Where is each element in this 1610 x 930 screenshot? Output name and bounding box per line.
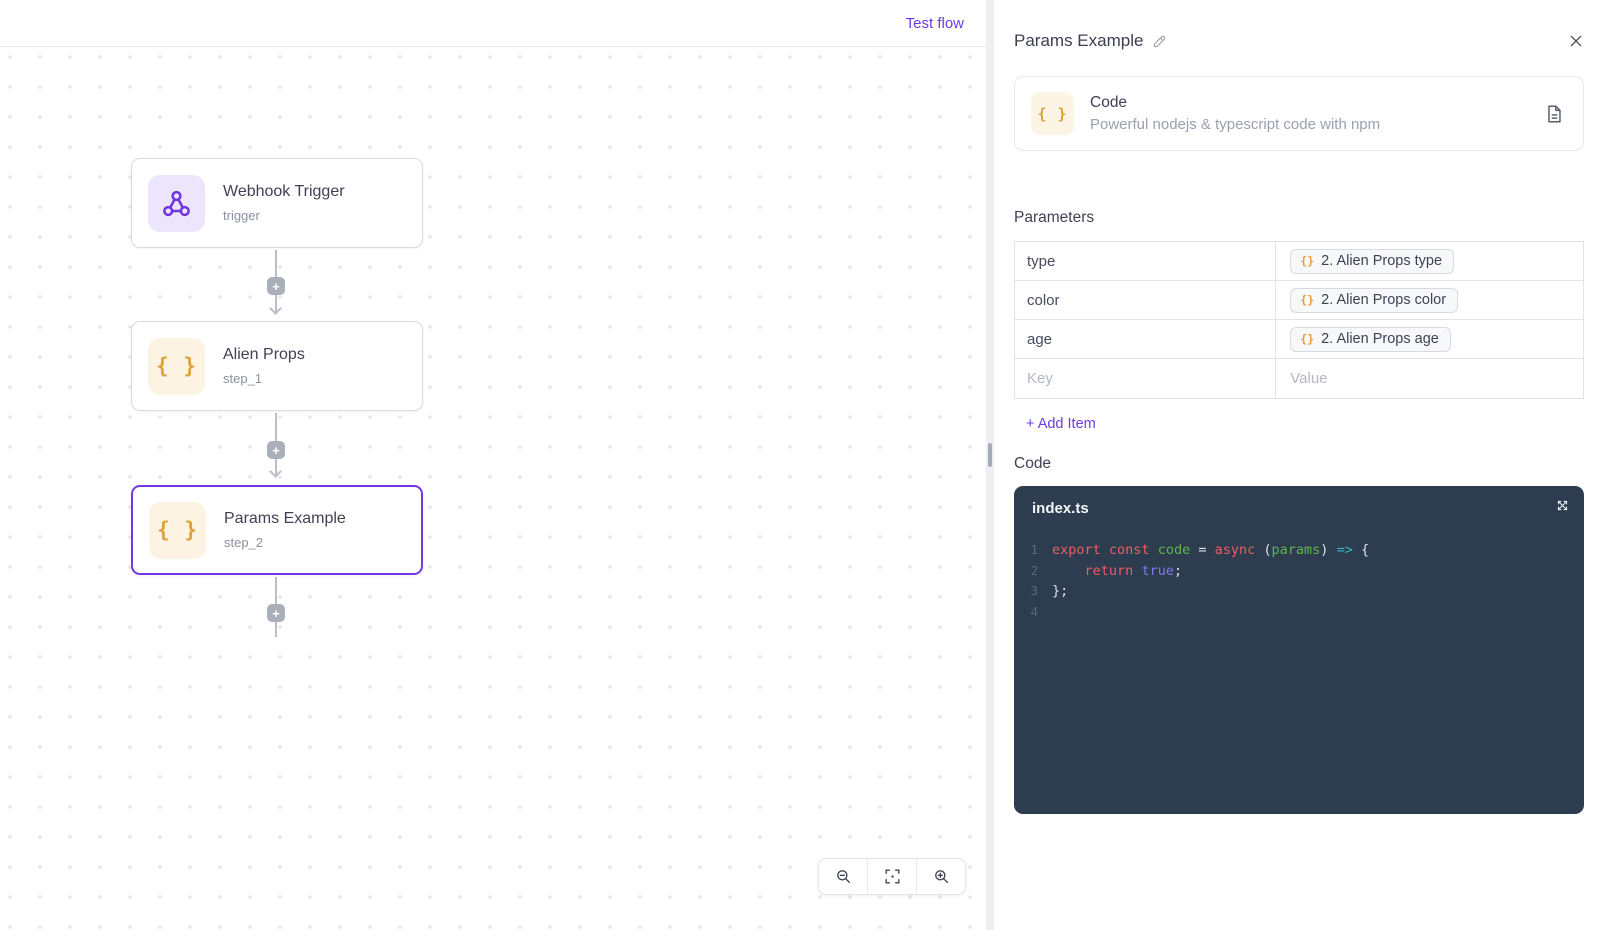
line-number: 4 (1030, 603, 1038, 619)
parameters-heading: Parameters (1014, 209, 1095, 226)
add-step-button[interactable]: + (267, 441, 285, 459)
card-subtitle: Powerful nodejs & typescript code with n… (1090, 116, 1381, 133)
param-value-input[interactable]: Value (1276, 359, 1583, 398)
code-text: return true; (1084, 562, 1183, 579)
zoom-toolbar (818, 858, 966, 895)
add-item-button[interactable]: + Add Item (1026, 416, 1096, 432)
panel-title: Params Example (1014, 31, 1144, 50)
node-icon-box: { } (148, 337, 205, 395)
app-root: Test flow Webhook Trigger trigger + { } (0, 0, 1610, 930)
node-alien-props[interactable]: { } Alien Props step_1 (131, 321, 423, 411)
param-key-cell[interactable]: color (1015, 281, 1277, 319)
code-line: 4 (1014, 602, 1584, 623)
line-number: 1 (1030, 542, 1038, 557)
braces-icon: { } (157, 518, 198, 542)
param-key-cell[interactable]: age (1015, 320, 1277, 358)
param-value-chip[interactable]: {} 2. Alien Props color (1290, 287, 1459, 313)
step-type-card[interactable]: { } Code Powerful nodejs & typescript co… (1014, 76, 1584, 151)
param-value-cell[interactable]: {} 2. Alien Props type (1276, 242, 1583, 280)
close-panel-button[interactable] (1568, 33, 1584, 49)
node-params-example[interactable]: { } Params Example step_2 (131, 485, 423, 575)
line-number: 2 (1030, 562, 1038, 578)
param-value-cell[interactable]: {} 2. Alien Props color (1276, 281, 1583, 319)
zoom-out-button[interactable] (819, 859, 867, 894)
expand-editor-button[interactable] (1555, 498, 1570, 513)
braces-icon: { } (1037, 104, 1068, 123)
node-title: Alien Props (223, 346, 305, 363)
add-step-button[interactable]: + (267, 604, 285, 622)
docs-button[interactable] (1543, 103, 1565, 125)
fit-view-icon (884, 869, 900, 884)
param-key-input[interactable]: Key (1015, 359, 1277, 398)
code-editor[interactable]: index.ts 1 export const code = async (par… (1014, 486, 1584, 814)
node-webhook-trigger[interactable]: Webhook Trigger trigger (131, 158, 423, 248)
code-text: export const code = async (params) => { (1052, 542, 1370, 558)
panel-header: Params Example (1014, 20, 1584, 62)
code-line: 2 return true; (1014, 561, 1584, 582)
fit-view-button[interactable] (867, 859, 916, 894)
braces-icon: {} (1300, 331, 1315, 346)
panel-resizer[interactable] (986, 0, 994, 930)
code-line: 3}; (1014, 581, 1584, 602)
pencil-icon (1154, 35, 1166, 47)
node-icon-box (148, 174, 205, 232)
test-flow-button[interactable]: Test flow (906, 15, 964, 32)
value-placeholder: Value (1290, 370, 1328, 387)
expand-icon (1557, 500, 1568, 511)
node-title: Webhook Trigger (223, 183, 345, 200)
node-icon-box: { } (149, 501, 206, 559)
param-value-cell[interactable]: {} 2. Alien Props age (1276, 320, 1583, 358)
chip-label: 2. Alien Props type (1321, 252, 1443, 269)
node-subtitle: step_1 (223, 371, 263, 386)
add-step-button[interactable]: + (267, 277, 285, 295)
card-title: Code (1090, 94, 1128, 111)
parameter-row-empty: Key Value (1015, 359, 1583, 398)
node-title: Params Example (224, 510, 346, 527)
code-line: 1 export const code = async (params) => { (1014, 540, 1584, 561)
editor-filename: index.ts (1032, 500, 1089, 517)
zoom-in-button[interactable] (916, 859, 965, 894)
braces-icon: {} (1300, 253, 1315, 268)
node-subtitle: step_2 (224, 535, 264, 550)
zoom-in-icon (934, 870, 948, 884)
param-value-chip[interactable]: {} 2. Alien Props age (1290, 326, 1451, 352)
flow-canvas[interactable]: Test flow Webhook Trigger trigger + { } (0, 0, 986, 930)
zoom-out-icon (836, 870, 850, 884)
code-lines: 1 export const code = async (params) => {… (1014, 540, 1584, 622)
close-icon (1570, 35, 1582, 47)
webhook-icon (163, 190, 190, 216)
chip-label: 2. Alien Props age (1321, 330, 1439, 347)
connector-arrow-icon (269, 465, 282, 478)
resize-handle[interactable] (988, 443, 992, 467)
config-panel: Params Example { } Code Powerful nodejs … (994, 0, 1610, 930)
code-text: }; (1052, 583, 1069, 599)
code-heading: Code (1014, 455, 1052, 472)
node-subtitle: trigger (223, 208, 260, 223)
card-icon-box: { } (1031, 92, 1074, 135)
line-number: 3 (1030, 583, 1038, 598)
param-value-chip[interactable]: {} 2. Alien Props type (1290, 248, 1455, 274)
chip-label: 2. Alien Props color (1321, 291, 1447, 308)
braces-icon: {} (1300, 292, 1315, 307)
connector-arrow-icon (269, 302, 282, 315)
rename-button[interactable] (1152, 34, 1167, 49)
parameter-row: age {} 2. Alien Props age (1015, 320, 1583, 359)
parameter-row: type {} 2. Alien Props type (1015, 242, 1583, 281)
key-placeholder: Key (1027, 370, 1053, 387)
canvas-topbar: Test flow (0, 0, 986, 47)
param-key-cell[interactable]: type (1015, 242, 1277, 280)
document-icon (1548, 104, 1561, 123)
parameters-table: type {} 2. Alien Props type color {} 2. Alien… (1014, 241, 1584, 399)
braces-icon: { } (156, 354, 197, 378)
parameter-row: color {} 2. Alien Props color (1015, 281, 1583, 320)
